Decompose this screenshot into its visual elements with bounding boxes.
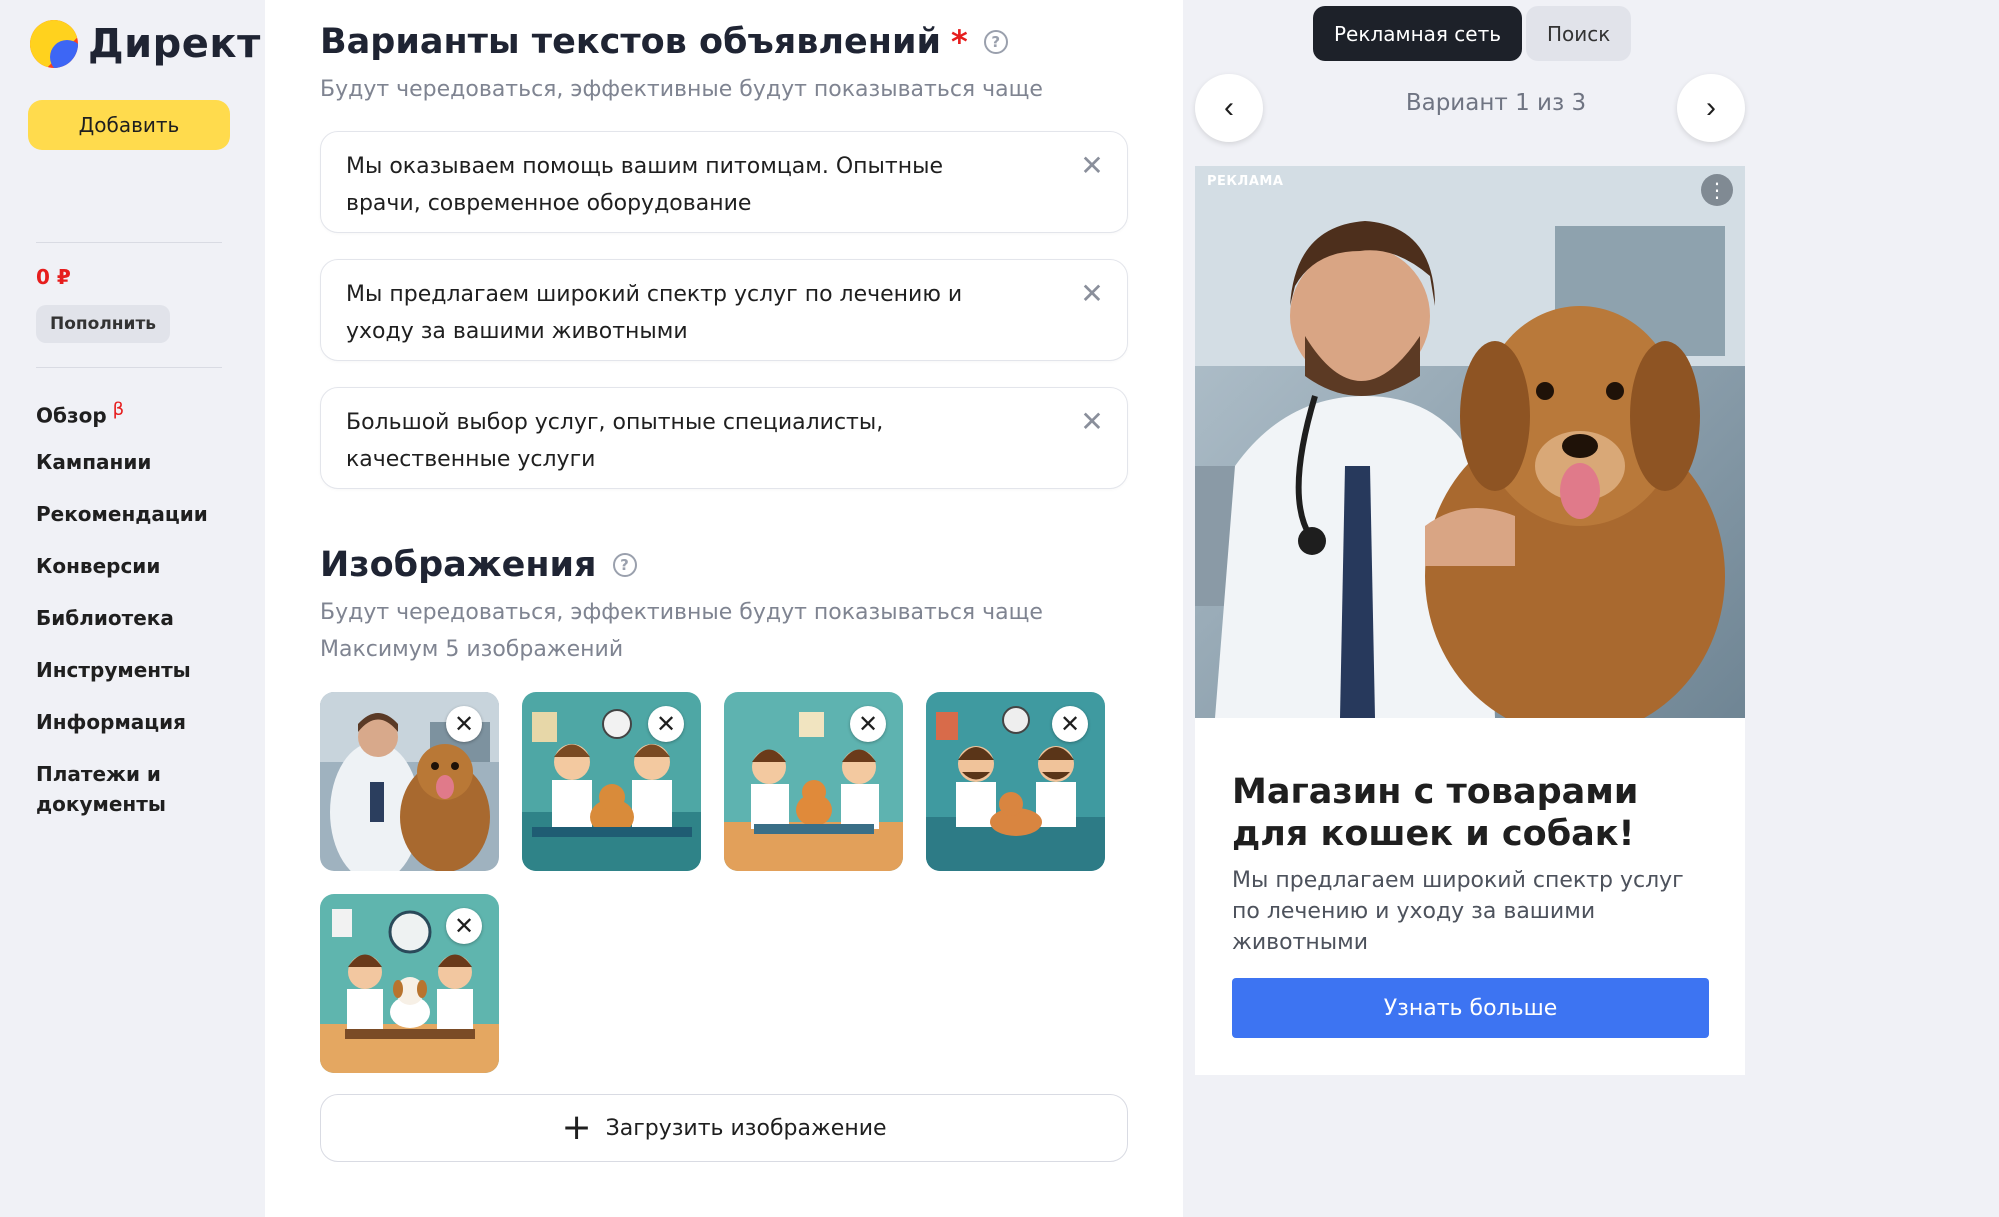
ad-description: Мы предлагаем широкий спектр услуг по ле… [1232,868,1684,955]
texts-section-title: Варианты текстов объявлений * ? [320,22,1008,62]
images-subtitle: Будут чередоваться, эффективные будут по… [320,600,1043,625]
sidebar-item-overview[interactable]: Обзор β [36,395,246,447]
plus-icon: + [561,1107,592,1148]
main-panel: Варианты текстов объявлений * ? Будут че… [265,0,1183,1217]
sidebar-item-campaigns[interactable]: Кампании [36,447,246,499]
sidebar-item-library[interactable]: Библиотека [36,603,246,655]
close-icon[interactable]: ✕ [1052,706,1088,742]
close-icon[interactable]: ✕ [850,706,886,742]
image-thumbnail[interactable]: ✕ [320,894,499,1073]
image-thumbnail[interactable]: ✕ [522,692,701,871]
chevron-right-icon: › [1706,91,1716,124]
sidebar-divider [36,242,222,243]
upload-label: Загрузить изображение [605,1115,887,1141]
images-title-text: Изображения [320,545,597,585]
required-mark: * [951,23,968,61]
ad-text-value: Большой выбор услуг, опытные специалисты… [346,410,884,472]
help-icon[interactable]: ? [612,553,637,577]
sidebar-item-information[interactable]: Информация [36,707,246,759]
close-icon[interactable]: ✕ [446,706,482,742]
next-variant-button[interactable]: › [1677,74,1745,142]
tab-search[interactable]: Поиск [1526,6,1632,61]
texts-subtitle: Будут чередоваться, эффективные будут по… [320,77,1043,102]
ad-image: РЕКЛАМА ⋮ [1195,166,1745,718]
prev-variant-button[interactable]: ‹ [1195,74,1263,142]
sidebar-nav: Обзор β Кампании Рекомендации Конверсии Б… [36,395,246,823]
logo-text: Директ [88,21,261,67]
tab-ad-network[interactable]: Рекламная сеть [1313,6,1523,61]
help-icon[interactable]: ? [983,30,1008,54]
close-icon[interactable]: ✕ [648,706,684,742]
sidebar-item-label: Обзор [36,403,107,428]
variant-counter: Вариант 1 из 3 [1405,90,1587,116]
images-limit-note: Максимум 5 изображений [320,637,624,662]
ad-preview-card[interactable]: РЕКЛАМА ⋮ Магазин с товарами для кошек и… [1195,166,1745,1075]
beta-badge: β [112,399,125,420]
topup-button[interactable]: Пополнить [36,305,171,343]
image-thumbnail[interactable]: ✕ [724,692,903,871]
image-thumbnail[interactable]: ✕ [926,692,1105,871]
add-button[interactable]: Добавить [28,100,230,150]
close-icon[interactable]: ✕ [1077,277,1107,310]
yandex-logo-icon [30,20,78,68]
sidebar: Директ Добавить 0 ₽ Пополнить Обзор β Кам… [0,0,265,1217]
sidebar-divider [36,367,222,368]
ad-text-value: Мы предлагаем широкий спектр услуг по ле… [346,282,963,344]
ad-cta-button[interactable]: Узнать больше [1232,978,1709,1038]
close-icon[interactable]: ✕ [446,908,482,944]
ad-text-variant[interactable]: Большой выбор услуг, опытные специалисты… [320,387,1128,489]
logo[interactable]: Директ [30,20,261,68]
images-section-title: Изображения ? [320,545,637,585]
sidebar-item-recommendations[interactable]: Рекомендации [36,499,246,551]
ad-text-variant[interactable]: Мы оказываем помощь вашим питомцам. Опыт… [320,131,1128,233]
chevron-left-icon: ‹ [1224,91,1234,124]
close-icon[interactable]: ✕ [1077,149,1107,182]
ad-badge: РЕКЛАМА [1207,174,1284,189]
balance-value: 0 ₽ [36,265,71,289]
sidebar-item-payments[interactable]: Платежи и документы [36,759,166,823]
ad-preview-panel: Рекламная сеть Поиск ‹ Вариант 1 из 3 › [1183,0,1999,1217]
sidebar-item-conversions[interactable]: Конверсии [36,551,246,603]
vet-with-dog-image [1195,166,1745,718]
upload-image-button[interactable]: + Загрузить изображение [320,1094,1128,1162]
more-vertical-icon[interactable]: ⋮ [1701,174,1733,206]
close-icon[interactable]: ✕ [1077,405,1107,438]
image-thumbnail[interactable]: ✕ [320,692,499,871]
texts-title-text: Варианты текстов объявлений [320,22,941,62]
ad-text-value: Мы оказываем помощь вашим питомцам. Опыт… [346,154,944,216]
sidebar-item-tools[interactable]: Инструменты [36,655,246,707]
ad-text-variant[interactable]: Мы предлагаем широкий спектр услуг по ле… [320,259,1128,361]
ad-title: Магазин с товарами для кошек и собак! [1232,772,1639,854]
